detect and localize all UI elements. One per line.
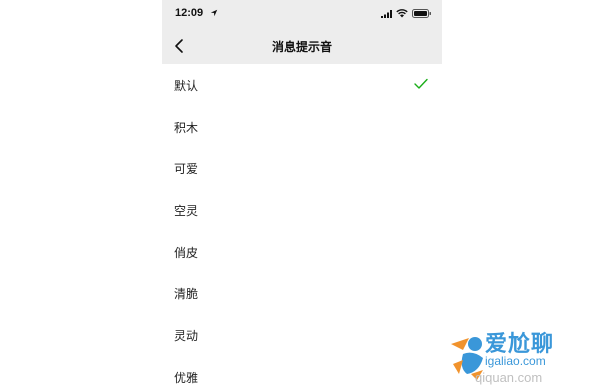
list-item-label: 空灵: [174, 204, 199, 219]
list-item-cute[interactable]: 可爱: [162, 147, 442, 189]
list-item-playful[interactable]: 俏皮: [162, 231, 442, 273]
battery-icon: [412, 9, 431, 18]
list-item-label: 优雅: [174, 370, 199, 385]
list-item-label: 默认: [174, 79, 199, 93]
top-bar: 12:09 消息提示音: [162, 0, 442, 64]
list-item-blocks[interactable]: 积木: [162, 106, 442, 148]
list-item-label: 俏皮: [174, 245, 199, 260]
screenshot-stage: 12:09 消息提示音 默认 积木 可爱 空灵 俏皮 清脆 灵动 优雅 爱尬聊 …: [0, 0, 600, 387]
list-item-label: 清脆: [174, 287, 199, 302]
sound-list: 默认 积木 可爱 空灵 俏皮 清脆 灵动 优雅: [162, 64, 442, 387]
list-item-ethereal[interactable]: 空灵: [162, 189, 442, 231]
list-item-elegant[interactable]: 优雅: [162, 356, 442, 387]
watermark-domain: igaliao.com: [485, 354, 546, 368]
checkmark-icon: [414, 78, 428, 89]
signal-icon: [381, 10, 392, 18]
list-item-default[interactable]: 默认: [162, 64, 442, 106]
list-item-label: 可爱: [174, 162, 199, 177]
navigation-bar: 消息提示音: [162, 28, 442, 64]
phone-screen: 12:09 消息提示音 默认 积木 可爱 空灵 俏皮 清脆 灵动 优雅: [162, 0, 442, 387]
list-item-lively[interactable]: 灵动: [162, 314, 442, 356]
status-bar: 12:09: [162, 0, 442, 28]
list-item-label: 积木: [174, 120, 199, 135]
watermark-secondary: qiquan.com: [475, 370, 543, 385]
list-item-crisp[interactable]: 清脆: [162, 272, 442, 314]
wifi-icon: [396, 9, 408, 18]
location-arrow-icon: [210, 9, 218, 17]
status-time: 12:09: [175, 7, 204, 19]
page-title: 消息提示音: [271, 40, 332, 54]
watermark-logo: 爱尬聊 igaliao.com qiquan.com: [445, 326, 600, 387]
list-item-label: 灵动: [174, 329, 199, 344]
